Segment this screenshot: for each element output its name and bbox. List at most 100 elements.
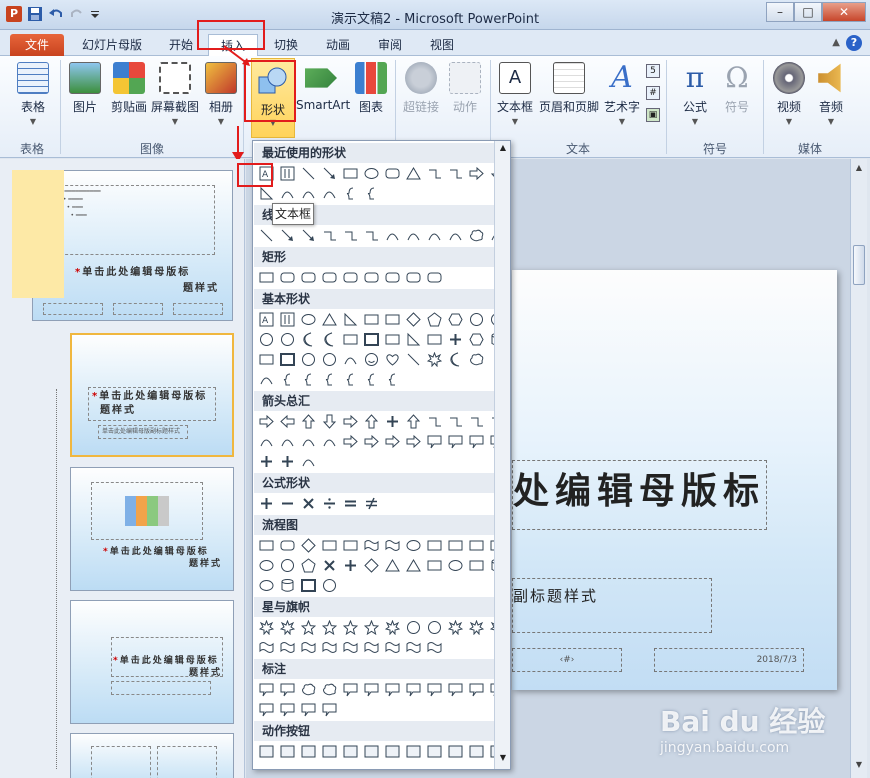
- shape-circnum-icon[interactable]: [321, 577, 338, 594]
- shape-elbow-icon[interactable]: [321, 227, 338, 244]
- shape-wave-icon[interactable]: [363, 537, 380, 554]
- shape-circnum-icon[interactable]: [300, 351, 317, 368]
- shape-curve-icon[interactable]: [321, 185, 338, 202]
- shape-callout-icon[interactable]: [321, 701, 338, 718]
- shape-pent-icon[interactable]: [426, 311, 443, 328]
- shape-rtri-icon[interactable]: [342, 311, 359, 328]
- gallery-scroll-up-icon[interactable]: ▲: [497, 143, 509, 155]
- shape-diamond-icon[interactable]: [300, 537, 317, 554]
- shape-curve-icon[interactable]: [300, 185, 317, 202]
- shape-cloud-icon[interactable]: [300, 681, 317, 698]
- date-time-icon[interactable]: 5: [646, 64, 660, 78]
- shape-callout-icon[interactable]: [279, 681, 296, 698]
- shape-cloud-icon[interactable]: [321, 681, 338, 698]
- shape-wave-icon[interactable]: [384, 537, 401, 554]
- shape-circnum-icon[interactable]: [258, 331, 275, 348]
- shape-curve-icon[interactable]: [321, 433, 338, 450]
- shape-brace-icon[interactable]: [384, 371, 401, 388]
- textbox-button[interactable]: A 文本框 ▼: [493, 62, 537, 126]
- shape-actbtn-icon[interactable]: [468, 743, 485, 760]
- shape-callout-icon[interactable]: [468, 681, 485, 698]
- shape-actbtn-icon[interactable]: [258, 743, 275, 760]
- shape-circnum-icon[interactable]: [279, 557, 296, 574]
- slide-number-placeholder[interactable]: ‹#›: [512, 648, 622, 672]
- shape-actbtn-icon[interactable]: [426, 743, 443, 760]
- shape-rrect-icon[interactable]: [300, 269, 317, 286]
- shape-burst-icon[interactable]: [384, 619, 401, 636]
- shape-rect-icon[interactable]: [384, 311, 401, 328]
- maximize-button[interactable]: □: [794, 2, 822, 22]
- shape-star-icon[interactable]: [342, 619, 359, 636]
- shape-rrect-icon[interactable]: [363, 269, 380, 286]
- clipart-button[interactable]: 剪贴画: [106, 62, 152, 115]
- shape-callout-icon[interactable]: [258, 701, 275, 718]
- shape-hex-icon[interactable]: [468, 331, 485, 348]
- shape-elbow-icon[interactable]: [342, 227, 359, 244]
- slide-number-icon[interactable]: #: [646, 86, 660, 100]
- shape-rect-icon[interactable]: [468, 537, 485, 554]
- shape-rect-icon[interactable]: [468, 557, 485, 574]
- shape-rect-icon[interactable]: [258, 537, 275, 554]
- shape-callout-icon[interactable]: [300, 701, 317, 718]
- shape-rarrow-icon[interactable]: [342, 433, 359, 450]
- shape-star-icon[interactable]: [321, 619, 338, 636]
- shape-rrect-icon[interactable]: [279, 537, 296, 554]
- screenshot-button[interactable]: 屏幕截图 ▼: [148, 62, 202, 126]
- shape-wave-icon[interactable]: [405, 639, 422, 656]
- shape-rtri-icon[interactable]: [258, 185, 275, 202]
- shape-rect-icon[interactable]: [342, 331, 359, 348]
- shape-brace-icon[interactable]: [300, 371, 317, 388]
- shape-actbtn-icon[interactable]: [384, 743, 401, 760]
- shape-actbtn-icon[interactable]: [279, 743, 296, 760]
- shape-moon-icon[interactable]: [300, 331, 317, 348]
- chart-button[interactable]: 图表: [348, 62, 394, 115]
- scroll-up-icon[interactable]: ▲: [852, 163, 866, 177]
- shape-rrect-icon[interactable]: [405, 269, 422, 286]
- shape-rect-icon[interactable]: [258, 351, 275, 368]
- shape-curve-icon[interactable]: [279, 433, 296, 450]
- shape-darrow-icon[interactable]: [321, 413, 338, 430]
- shape-callout-icon[interactable]: [426, 433, 443, 450]
- shape-rect-icon[interactable]: [384, 331, 401, 348]
- shape-burst-icon[interactable]: [447, 619, 464, 636]
- shape-elbow-icon[interactable]: [468, 413, 485, 430]
- shape-rarrow-icon[interactable]: [258, 413, 275, 430]
- shape-plus-icon[interactable]: [447, 331, 464, 348]
- shape-burst-icon[interactable]: [468, 619, 485, 636]
- shape-line-icon[interactable]: [300, 165, 317, 182]
- shape-pent-icon[interactable]: [300, 557, 317, 574]
- shape-rarrow-icon[interactable]: [363, 433, 380, 450]
- shape-uarrow-icon[interactable]: [300, 413, 317, 430]
- shape-frame-icon[interactable]: [300, 577, 317, 594]
- shape-heart-icon[interactable]: [384, 351, 401, 368]
- shape-brace-icon[interactable]: [279, 371, 296, 388]
- shape-vtextbox-icon[interactable]: [279, 165, 296, 182]
- tab-animations[interactable]: 动画: [316, 34, 360, 56]
- gallery-scrollbar[interactable]: ▲ ▼: [494, 141, 510, 769]
- minimize-ribbon-icon[interactable]: ▲: [832, 37, 840, 48]
- shape-brace-icon[interactable]: [342, 185, 359, 202]
- shape-arrowline-icon[interactable]: [279, 227, 296, 244]
- tab-review[interactable]: 审阅: [368, 34, 412, 56]
- symbol-button[interactable]: Ω 符号: [714, 62, 760, 115]
- shape-line-icon[interactable]: [405, 351, 422, 368]
- shape-elbow-icon[interactable]: [426, 413, 443, 430]
- shape-smile-icon[interactable]: [363, 351, 380, 368]
- shape-wave-icon[interactable]: [426, 639, 443, 656]
- shape-curve-icon[interactable]: [300, 453, 317, 470]
- equation-button[interactable]: π 公式 ▼: [672, 62, 718, 127]
- shape-circnum-icon[interactable]: [321, 351, 338, 368]
- shape-cyl-icon[interactable]: [279, 577, 296, 594]
- shape-frame-icon[interactable]: [279, 351, 296, 368]
- table-button[interactable]: 表格 ▼: [10, 62, 56, 126]
- shape-callout-icon[interactable]: [426, 681, 443, 698]
- shape-curve-icon[interactable]: [279, 185, 296, 202]
- shape-rect-icon[interactable]: [426, 331, 443, 348]
- shape-plus-icon[interactable]: [279, 453, 296, 470]
- shape-callout-icon[interactable]: [447, 681, 464, 698]
- layout-thumbnail-content[interactable]: *单击此处编辑母版标 题样式: [70, 467, 234, 591]
- shape-plus-icon[interactable]: [342, 557, 359, 574]
- shape-tri-icon[interactable]: [384, 557, 401, 574]
- shape-minus-icon[interactable]: [279, 495, 296, 512]
- shape-actbtn-icon[interactable]: [447, 743, 464, 760]
